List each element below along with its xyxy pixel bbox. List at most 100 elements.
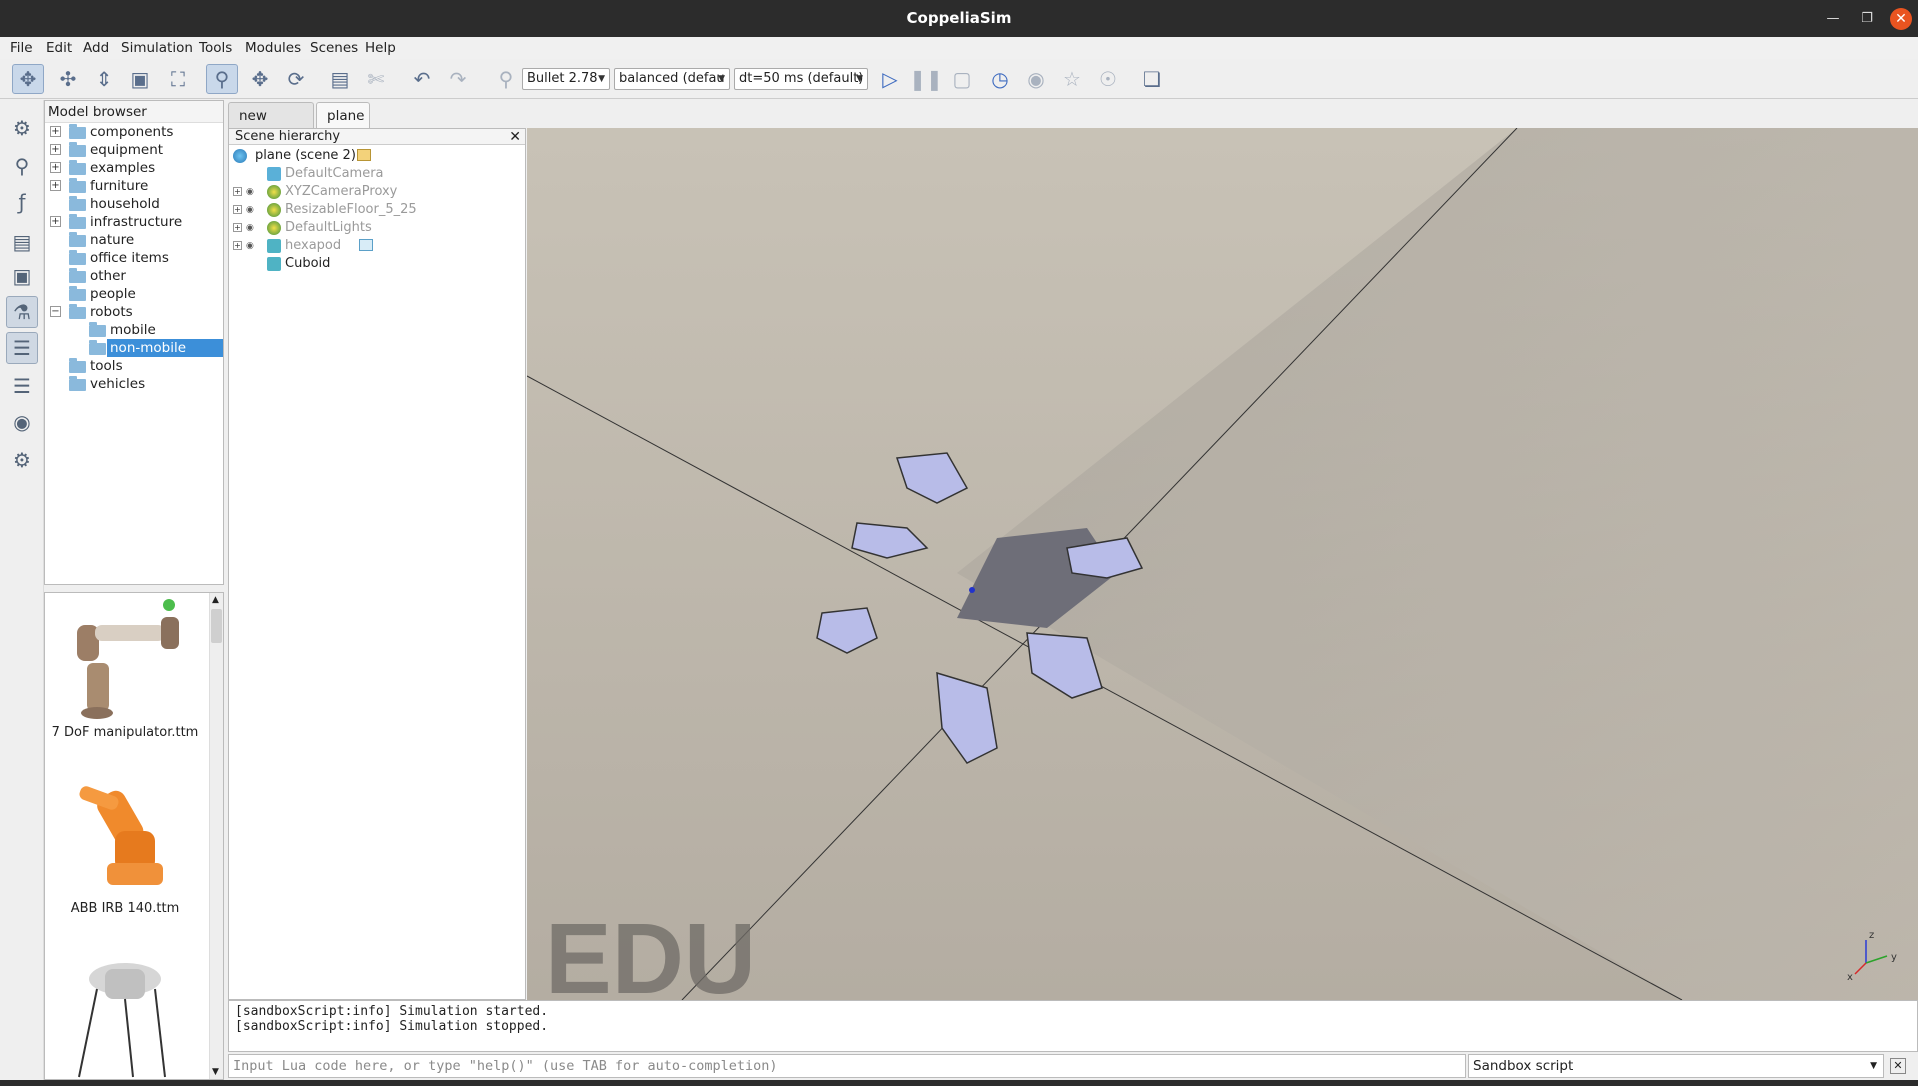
- visibility-dot-icon: ◉: [246, 187, 254, 197]
- script-icon[interactable]: [357, 149, 371, 161]
- folder-mobile[interactable]: mobile: [45, 321, 223, 339]
- expand-icon[interactable]: +: [50, 216, 61, 227]
- folder-icon: [89, 340, 106, 355]
- function-icon[interactable]: ƒ: [6, 186, 38, 218]
- lua-command-input[interactable]: Input Lua code here, or type "help()" (u…: [228, 1054, 1466, 1078]
- folder-office-items[interactable]: office items: [45, 249, 223, 267]
- video-recorder-icon[interactable]: ◉: [6, 406, 38, 438]
- click-select-icon[interactable]: ⚲: [206, 64, 238, 94]
- thumbnails-scrollbar[interactable]: ▲ ▼: [209, 593, 223, 1079]
- undo-icon[interactable]: ↶: [406, 64, 438, 94]
- menu-tools[interactable]: Tools: [199, 37, 232, 59]
- scene-hierarchy-icon[interactable]: ☰: [6, 332, 38, 364]
- transfer-dna-icon[interactable]: ✄: [360, 64, 392, 94]
- scroll-down-icon[interactable]: ▼: [212, 1067, 219, 1077]
- folder-label: office items: [90, 250, 169, 266]
- layers-icon[interactable]: ☰: [6, 370, 38, 402]
- fit-to-view-icon[interactable]: ⛶: [162, 64, 194, 94]
- folder-furniture[interactable]: + furniture: [45, 177, 223, 195]
- menu-file[interactable]: File: [10, 37, 33, 59]
- menu-simulation[interactable]: Simulation: [121, 37, 193, 59]
- folder-icon: [69, 160, 86, 175]
- stop-icon[interactable]: ▢: [946, 64, 978, 94]
- thread-rendering-icon[interactable]: ☉: [1092, 64, 1124, 94]
- folder-people[interactable]: people: [45, 285, 223, 303]
- model-browser-icon[interactable]: ⚗: [6, 296, 38, 328]
- camera-rotate-icon[interactable]: ✣: [52, 64, 84, 94]
- folder-examples[interactable]: + examples: [45, 159, 223, 177]
- collapse-icon[interactable]: −: [50, 306, 61, 317]
- chevron-down-icon: ▼: [1870, 1061, 1877, 1071]
- redo-icon[interactable]: ↷: [442, 64, 474, 94]
- camera-pan-icon[interactable]: ✥: [12, 64, 44, 94]
- menu-edit[interactable]: Edit: [46, 37, 72, 59]
- dynamics-icon[interactable]: ⚲: [490, 64, 522, 94]
- speed-up-icon[interactable]: ☆: [1056, 64, 1088, 94]
- object-rotate-icon[interactable]: ⟳: [280, 64, 312, 94]
- close-icon[interactable]: ✕: [509, 129, 521, 145]
- minimize-icon[interactable]: —: [1822, 8, 1844, 30]
- menu-help[interactable]: Help: [365, 37, 396, 59]
- accuracy-select[interactable]: balanced (defau ▼: [614, 68, 730, 90]
- menu-add[interactable]: Add: [83, 37, 109, 59]
- expand-icon[interactable]: +: [233, 205, 242, 214]
- folder-infrastructure[interactable]: + infrastructure: [45, 213, 223, 231]
- menu-scenes[interactable]: Scenes: [310, 37, 358, 59]
- object-shift-icon[interactable]: ✥: [244, 64, 276, 94]
- tab-new-scene[interactable]: new scene: [228, 102, 314, 150]
- scene-hierarchy-title: Scene hierarchy: [235, 129, 341, 144]
- expand-icon[interactable]: +: [50, 126, 61, 137]
- calculation-modules-icon[interactable]: ▤: [6, 226, 38, 258]
- play-icon[interactable]: ▷: [874, 64, 906, 94]
- expand-icon[interactable]: +: [50, 144, 61, 155]
- script-icon[interactable]: [359, 239, 373, 251]
- visibility-dot-icon: ◉: [246, 223, 254, 233]
- bottom-edge: [0, 1080, 1918, 1086]
- folder-components[interactable]: + components: [45, 123, 223, 141]
- shape-edit-icon[interactable]: ▣: [6, 260, 38, 292]
- tab-plane[interactable]: plane: [316, 102, 370, 128]
- script-selector[interactable]: Sandbox script ▼: [1468, 1054, 1884, 1078]
- folder-vehicles[interactable]: vehicles: [45, 375, 223, 393]
- pause-icon[interactable]: ❚❚: [909, 64, 943, 94]
- folder-other[interactable]: other: [45, 267, 223, 285]
- folder-non-mobile[interactable]: non-mobile: [45, 339, 223, 357]
- user-settings-icon[interactable]: ⚙: [6, 444, 38, 476]
- clear-console-icon[interactable]: ✕: [1890, 1058, 1906, 1074]
- realtime-icon[interactable]: ◷: [984, 64, 1016, 94]
- scroll-up-icon[interactable]: ▲: [212, 595, 219, 605]
- folder-icon: [69, 250, 86, 265]
- folder-household[interactable]: household: [45, 195, 223, 213]
- folder-equipment[interactable]: + equipment: [45, 141, 223, 159]
- timestep-value: dt=50 ms (default): [739, 71, 864, 86]
- search-icon[interactable]: ⚲: [6, 150, 38, 182]
- folder-robots[interactable]: − robots: [45, 303, 223, 321]
- model-browser-title: Model browser: [45, 101, 223, 123]
- folder-nature[interactable]: nature: [45, 231, 223, 249]
- scene-windows-icon[interactable]: ❏: [1136, 64, 1168, 94]
- scrollbar-thumb[interactable]: [211, 609, 222, 643]
- thumbnail-delta-robot[interactable]: [45, 949, 210, 1079]
- slow-down-icon[interactable]: ◉: [1020, 64, 1052, 94]
- timestep-select[interactable]: dt=50 ms (default) ▼: [734, 68, 868, 90]
- scene-viewport[interactable]: EDU z y x: [527, 128, 1918, 1000]
- expand-icon[interactable]: +: [233, 187, 242, 196]
- assemble-icon[interactable]: ▤: [324, 64, 356, 94]
- physics-engine-select[interactable]: Bullet 2.78 ▼: [522, 68, 610, 90]
- camera-angle-icon[interactable]: ▣: [124, 64, 156, 94]
- expand-icon[interactable]: +: [233, 223, 242, 232]
- close-icon[interactable]: ✕: [1890, 8, 1912, 30]
- thumbnail-abb-irb-140[interactable]: ABB IRB 140.ttm: [45, 771, 210, 921]
- menu-modules[interactable]: Modules: [245, 37, 301, 59]
- maximize-icon[interactable]: ❐: [1856, 8, 1878, 30]
- expand-icon[interactable]: +: [233, 241, 242, 250]
- simulation-settings-icon[interactable]: ⚙: [6, 112, 38, 144]
- scene-hierarchy-header: Scene hierarchy ✕: [229, 129, 525, 145]
- folder-label: mobile: [110, 322, 156, 338]
- console-line: [sandboxScript:info] Simulation started.: [235, 1004, 549, 1019]
- folder-tools[interactable]: tools: [45, 357, 223, 375]
- thumbnail-7dof-manipulator[interactable]: 7 DoF manipulator.ttm: [45, 593, 210, 743]
- expand-icon[interactable]: +: [50, 180, 61, 191]
- expand-icon[interactable]: +: [50, 162, 61, 173]
- camera-shift-icon[interactable]: ⇕: [88, 64, 120, 94]
